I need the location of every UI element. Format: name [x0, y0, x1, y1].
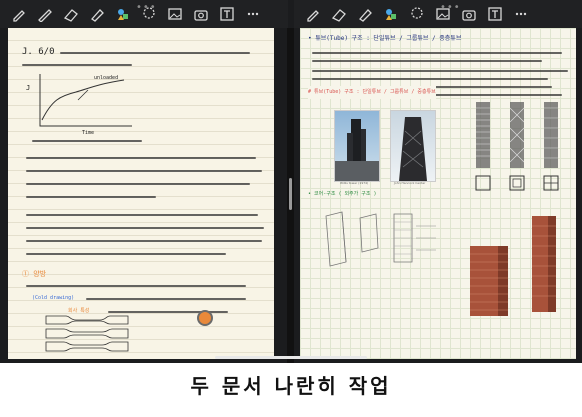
lasso-icon[interactable]: [406, 3, 428, 25]
ipad-screen: ••• ••• J. 6/0 J unloaded Time ① 양방 (Col…: [0, 0, 582, 363]
eraser-icon[interactable]: [60, 3, 82, 25]
right-note-page[interactable]: • 튜브(Tube) 구조 : 단일튜브 / 그룹튜브 / 중층튜브 # 튜브(…: [300, 28, 576, 359]
handwriting-line: [26, 170, 262, 172]
core-structure-heading: • 코어-구조 ( 외주가 구조 ): [308, 191, 377, 197]
tube-system-diagrams: [475, 102, 559, 191]
specimen-sketches: [45, 315, 129, 352]
handwriting-line: [60, 52, 250, 54]
eraser-icon[interactable]: [328, 3, 350, 25]
graph-y-label: J: [26, 84, 31, 92]
photo-caption: Willis tower (1974): [340, 181, 369, 185]
graph-curve-label: unloaded: [94, 75, 119, 81]
core-building-render: [470, 216, 556, 316]
handwriting-line: [312, 70, 568, 72]
multitasking-dots-icon[interactable]: •••: [136, 2, 157, 13]
handwriting-line: [26, 253, 226, 255]
right-toolbar: •••: [294, 0, 582, 28]
section-heading: ① 양방: [22, 270, 47, 278]
handwriting-line: [26, 214, 258, 216]
pen-icon[interactable]: [8, 3, 30, 25]
shapes-icon[interactable]: [380, 3, 402, 25]
text-icon[interactable]: [484, 3, 506, 25]
handwriting-line: [312, 78, 548, 80]
handwriting-line: [26, 196, 156, 198]
left-note-page[interactable]: J. 6/0 J unloaded Time ① 양방 (Cold drawin…: [8, 28, 274, 359]
date-line: J. 6/0: [22, 47, 55, 57]
divider-handle[interactable]: [289, 178, 292, 210]
handwriting-line: [26, 240, 262, 242]
handwriting-line: [312, 52, 562, 54]
pencil-pointer: [197, 310, 213, 326]
pencil-icon[interactable]: [34, 3, 56, 25]
more-icon[interactable]: [510, 3, 532, 25]
stress-time-graph: [39, 74, 132, 127]
split-view-divider[interactable]: [287, 28, 294, 363]
handwriting-line: [26, 285, 246, 287]
tube-structure-heading: • 튜브(Tube) 구조 : 단일튜브 / 그룹튜브 / 중층튜브: [308, 35, 462, 42]
more-icon[interactable]: [242, 3, 264, 25]
image-caption: 두 문서 나란히 작업: [190, 374, 392, 398]
camera-icon[interactable]: [190, 3, 212, 25]
pen-icon[interactable]: [302, 3, 324, 25]
left-toolbar: •••: [0, 0, 288, 28]
handwriting-line: [312, 60, 542, 62]
home-indicator[interactable]: [215, 356, 367, 359]
camera-icon[interactable]: [458, 3, 480, 25]
highlighter-icon[interactable]: [354, 3, 376, 25]
handwriting-line: [26, 227, 264, 229]
handwriting-line: [22, 64, 132, 66]
photo-caption: John Hancock Center: [394, 181, 426, 185]
multitasking-dots-icon[interactable]: •••: [440, 2, 461, 13]
highlighter-icon[interactable]: [86, 3, 108, 25]
graph-x-label: Time: [82, 130, 95, 136]
john-hancock-photo[interactable]: [390, 110, 436, 182]
core-structure-diagram: [325, 211, 436, 267]
handwriting-line: [26, 157, 256, 159]
handwriting-line: [26, 183, 250, 185]
text-icon[interactable]: [216, 3, 238, 25]
shapes-icon[interactable]: [112, 3, 134, 25]
image-icon[interactable]: [164, 3, 186, 25]
handwriting-line: [32, 140, 142, 142]
willis-tower-photo[interactable]: [334, 110, 380, 182]
handwriting-line: [86, 298, 246, 300]
tube-subheading: # 튜브(Tube) 구조 : 단일튜브 / 그룹튜브 / 중층튜브: [308, 86, 436, 99]
blue-annotation: (Cold drawing): [32, 295, 75, 301]
